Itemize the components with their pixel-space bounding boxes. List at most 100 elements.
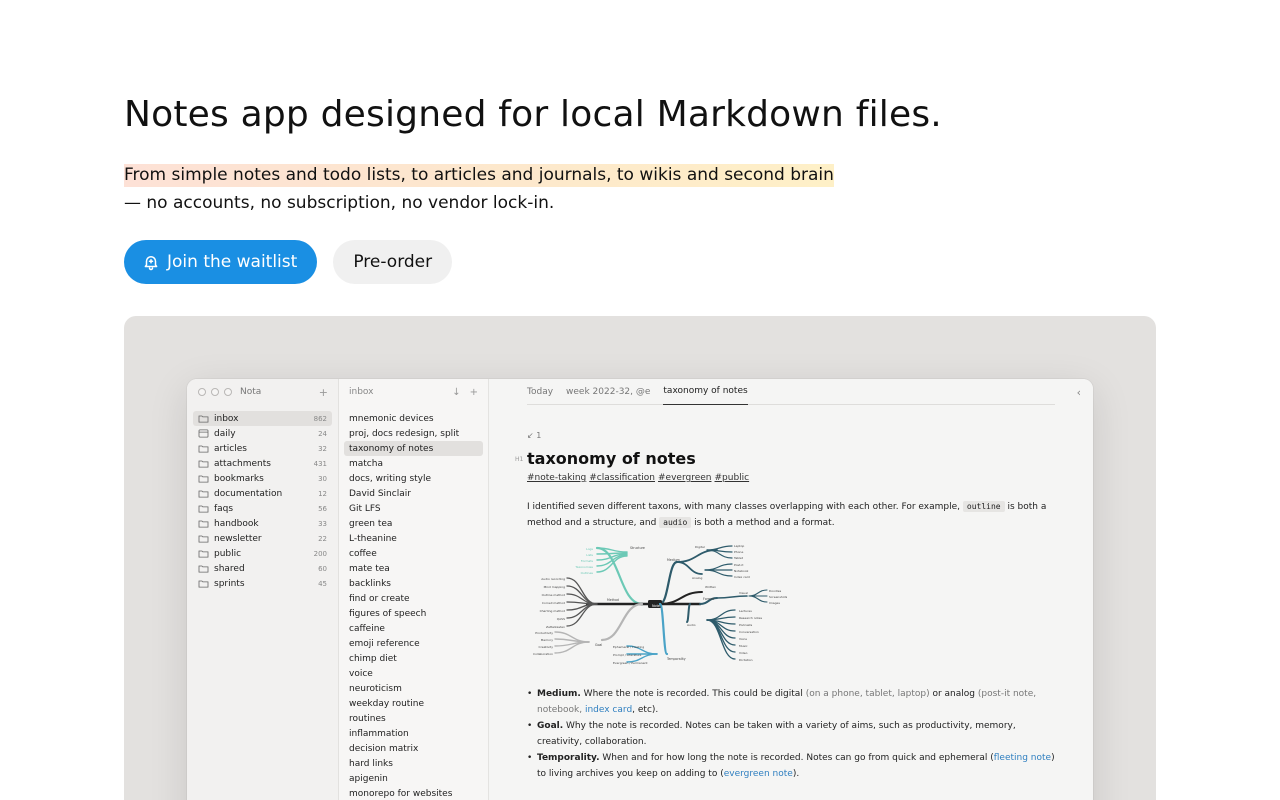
editor-tabs: Today week 2022-32, @e taxonomy of notes [527,379,1055,405]
folder-icon [198,565,209,573]
list-item[interactable]: Medium. Where the note is recorded. This… [527,686,1055,718]
folder-name: bookmarks [214,473,264,484]
tagline-highlight: From simple notes and todo lists, to art… [124,164,834,187]
list-item[interactable]: find or create [344,591,483,606]
sort-down-arrow-icon[interactable]: ↓ [452,387,460,398]
list-item[interactable]: proj, docs redesign, split [344,426,483,441]
join-waitlist-label: Join the waitlist [167,252,298,272]
sidebar-header: Nota + [187,379,338,405]
folder-count: 60 [318,564,327,573]
wiki-link[interactable]: fleeting note [994,753,1051,763]
list-item[interactable]: matcha [344,456,483,471]
new-folder-plus-icon[interactable]: + [319,386,328,399]
list-item[interactable]: L-theanine [344,531,483,546]
note-list-header: inbox ↓ + [339,379,488,405]
tab-0[interactable]: Today [527,379,553,405]
sidebar-item-public[interactable]: public 200 [193,546,332,561]
folder-count: 862 [313,414,327,423]
note-document: ↙ 1 H1 taxonomy of notes #note-taking #cl… [515,431,1055,782]
mindmap-label: Research notes [739,616,762,620]
sidebar-item-newsletter[interactable]: newsletter 22 [193,531,332,546]
folder-count: 200 [313,549,327,558]
tag-link[interactable]: #note-taking [527,473,586,483]
close-window-dot[interactable] [198,388,206,396]
mindmap-label: Collaboration [533,652,553,656]
list-item[interactable]: neuroticism [344,681,483,696]
tab-2[interactable]: taxonomy of notes [663,379,748,405]
list-item[interactable]: docs, writing style [344,471,483,486]
minimize-window-dot[interactable] [211,388,219,396]
mindmap-label: Charting method [540,609,566,613]
new-note-plus-icon[interactable]: + [470,387,478,398]
mindmap-branch [704,569,733,577]
list-item[interactable]: figures of speech [344,606,483,621]
list-item[interactable]: hard links [344,756,483,771]
tag-link[interactable]: #public [715,473,750,483]
app-preview: Nota + inbox 862 daily 24 articles 32 attachme… [124,316,1156,800]
list-item[interactable]: coffee [344,546,483,561]
folder-icon [198,445,209,453]
mindmap-label: Memory [541,638,553,642]
sidebar-item-attachments[interactable]: attachments 431 [193,456,332,471]
wiki-link[interactable]: index card [585,705,632,715]
tab-1[interactable]: week 2022-32, @e [566,379,650,405]
taxon-bullet-list: Medium. Where the note is recorded. This… [527,686,1055,782]
list-item[interactable]: inflammation [344,726,483,741]
list-item[interactable]: routines [344,711,483,726]
mindmap-label: Logs [586,547,593,551]
pre-order-button[interactable]: Pre-order [333,240,453,284]
chevron-left-icon[interactable]: ‹ [1077,386,1081,399]
list-item[interactable]: caffeine [344,621,483,636]
wiki-link[interactable]: evergreen note [724,769,793,779]
mindmap-label: Lectures [739,609,752,613]
list-item[interactable]: Goal. Why the note is recorded. Notes ca… [527,718,1055,750]
taxonomy-mindmap-diagram: Logs Lists Formats Taxonomies Outlines Struct… [533,544,788,665]
zoom-window-dot[interactable] [224,388,232,396]
note-title[interactable]: taxonomy of notes [527,449,1055,469]
list-item[interactable]: David Sinclair [344,486,483,501]
list-item[interactable]: mate tea [344,561,483,576]
folder-icon [198,580,209,588]
join-waitlist-button[interactable]: Join the waitlist [124,240,318,284]
sidebar-item-shared[interactable]: shared 60 [193,561,332,576]
mindmap-label: Visual [739,591,748,595]
list-item[interactable]: taxonomy of notes [344,441,483,456]
list-item[interactable]: apigenin [344,771,483,786]
mindmap-label: Phone [734,550,743,554]
heading-marker: H1 [515,456,524,463]
mindmap-label: Audio recording [541,577,565,581]
sidebar-item-faqs[interactable]: faqs 56 [193,501,332,516]
sidebar-item-sprints[interactable]: sprints 45 [193,576,332,591]
tag-link[interactable]: #classification [589,473,655,483]
list-item[interactable]: emoji reference [344,636,483,651]
list-item[interactable]: Temporality. When and for how long the n… [527,750,1055,782]
mindmap-label: Audio [687,623,696,627]
tagline: From simple notes and todo lists, to art… [124,161,1156,217]
list-item[interactable]: monorepo for websites [344,786,483,800]
mindmap-label: QASS [557,617,565,621]
list-item[interactable]: decision matrix [344,741,483,756]
backlink-count[interactable]: ↙ 1 [527,431,1055,440]
mindmap-label: Dictation [739,658,753,662]
list-item[interactable]: Git LFS [344,501,483,516]
list-item[interactable]: weekday routine [344,696,483,711]
sidebar-item-handbook[interactable]: handbook 33 [193,516,332,531]
list-item[interactable]: green tea [344,516,483,531]
sidebar-item-inbox[interactable]: inbox 862 [193,411,332,426]
inbox-icon [198,415,209,423]
list-item[interactable]: chimp diet [344,651,483,666]
intro-paragraph[interactable]: I identified seven different taxons, wit… [527,499,1055,531]
sidebar-item-articles[interactable]: articles 32 [193,441,332,456]
mindmap-label: Screenshots [769,595,787,599]
mindmap-label: Images [769,601,780,605]
list-item[interactable]: backlinks [344,576,483,591]
list-item[interactable]: voice [344,666,483,681]
list-item[interactable]: mnemonic devices [344,411,483,426]
bullet-term: Goal. [537,721,564,731]
sidebar-item-daily[interactable]: daily 24 [193,426,332,441]
mindmap-label: Podcasts [739,623,753,627]
folder-list: inbox 862 daily 24 articles 32 attachments 431 b… [187,411,338,591]
tag-link[interactable]: #evergreen [658,473,711,483]
sidebar-item-documentation[interactable]: documentation 12 [193,486,332,501]
sidebar-item-bookmarks[interactable]: bookmarks 30 [193,471,332,486]
